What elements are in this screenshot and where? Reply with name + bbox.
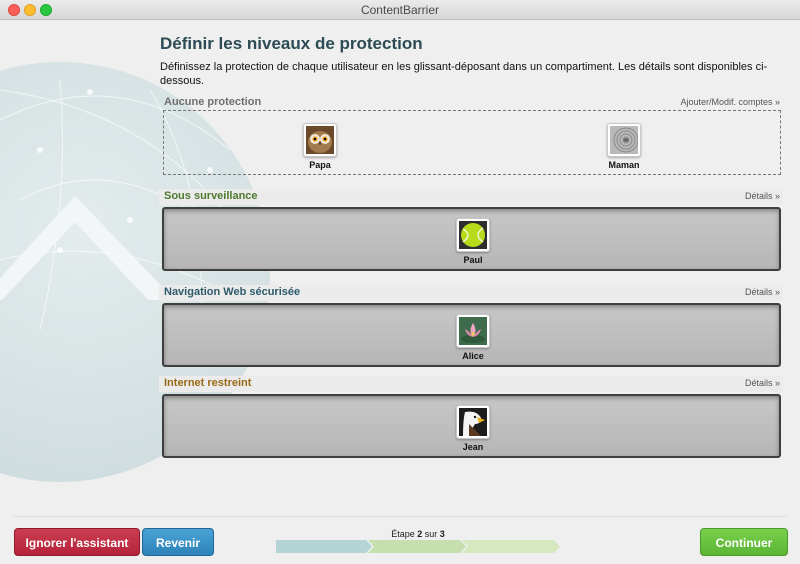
monitored-details-link[interactable]: Détails » (745, 191, 780, 201)
user-name: Jean (462, 442, 484, 452)
section-title-no-protection: Aucune protection (164, 96, 262, 108)
user-tile-alice[interactable]: Alice (433, 314, 513, 361)
avatar (303, 123, 337, 157)
user-name: Alice (462, 351, 484, 361)
app-window: ContentBarrier Définir les niveaux de pr… (0, 0, 800, 564)
user-tile-jean[interactable]: Jean (433, 405, 513, 452)
eagle-icon (459, 408, 487, 436)
footer-divider (14, 516, 786, 517)
safe-browsing-dropzone[interactable]: Alice (162, 303, 781, 367)
section-header: Navigation Web sécurisée Détails » (159, 285, 783, 301)
owl-icon (306, 126, 334, 154)
restricted-dropzone[interactable]: Jean (162, 394, 781, 458)
step-separator: sur (424, 529, 438, 539)
step-total: 3 (439, 529, 445, 539)
user-name: Papa (309, 160, 331, 170)
back-button[interactable]: Revenir (142, 528, 214, 556)
progress-step-1 (276, 540, 372, 553)
section-no-protection: Aucune protection Ajouter/Modif. comptes… (159, 95, 783, 111)
section-title-restricted: Internet restreint (164, 377, 252, 389)
user-name: Paul (463, 255, 483, 265)
user-tile-paul[interactable]: Paul (433, 218, 513, 265)
avatar (456, 218, 490, 252)
continue-button[interactable]: Continuer (700, 528, 788, 556)
section-title-monitored: Sous surveillance (164, 190, 258, 202)
intro-text: Définissez la protection de chaque utili… (160, 61, 768, 87)
section-safe-browsing: Navigation Web sécurisée Détails » Alice (159, 285, 783, 367)
section-header: Sous surveillance Détails » (159, 189, 783, 205)
safe-browsing-details-link[interactable]: Détails » (745, 287, 780, 297)
monitored-dropzone[interactable]: Paul (162, 207, 781, 271)
step-prefix: Étape (391, 529, 415, 539)
manage-accounts-link[interactable]: Ajouter/Modif. comptes » (680, 97, 780, 107)
step-current: 2 (417, 529, 423, 539)
lotus-flower-icon (459, 317, 487, 345)
progress-step-3 (462, 540, 560, 553)
avatar (456, 405, 490, 439)
section-header: Internet restreint Détails » (159, 376, 783, 392)
step-indicator: Étape 2 sur 3 (276, 529, 560, 539)
section-monitored: Sous surveillance Détails » Paul (159, 189, 783, 271)
no-protection-dropzone[interactable]: Papa Maman (163, 110, 781, 175)
skip-assistant-button[interactable]: Ignorer l'assistant (14, 528, 140, 556)
restricted-details-link[interactable]: Détails » (745, 378, 780, 388)
avatar (607, 123, 641, 157)
step-progress-bar (276, 540, 560, 553)
user-name: Maman (608, 160, 640, 170)
section-header: Aucune protection Ajouter/Modif. comptes… (159, 95, 783, 111)
section-restricted: Internet restreint Détails » Jean (159, 376, 783, 458)
tennis-ball-icon (459, 221, 487, 249)
avatar (456, 314, 490, 348)
user-tile-maman[interactable]: Maman (584, 123, 664, 170)
zen-stones-icon (610, 126, 638, 154)
progress-step-2 (368, 540, 466, 553)
user-tile-papa[interactable]: Papa (280, 123, 360, 170)
section-title-safe-browsing: Navigation Web sécurisée (164, 286, 301, 298)
page-title: Définir les niveaux de protection (160, 34, 423, 53)
